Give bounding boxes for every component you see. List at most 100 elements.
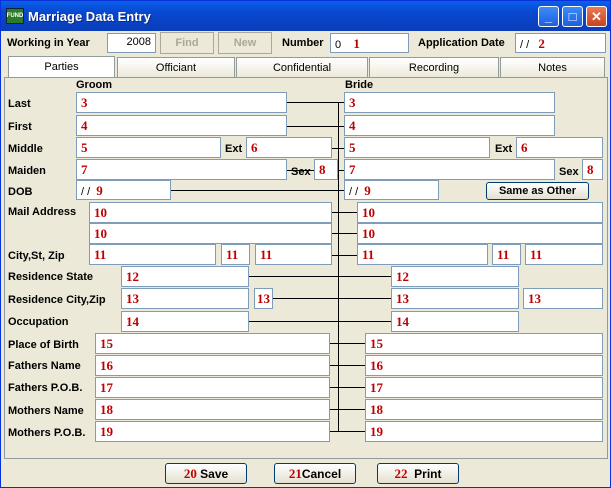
marker-14-bride: 14 xyxy=(396,314,409,329)
save-button[interactable]: 20 Save xyxy=(165,463,247,484)
groom-mail-line2[interactable]: 10 xyxy=(89,223,332,244)
tab-officiant[interactable]: Officiant xyxy=(117,57,235,78)
bride-residence-city-field[interactable]: 13 xyxy=(391,288,519,309)
marker-13: 13 xyxy=(126,291,139,306)
groom-first-field[interactable]: 4 xyxy=(76,115,287,136)
dob-label: DOB xyxy=(8,186,33,198)
groom-occupation-field[interactable]: 14 xyxy=(121,311,249,332)
marker-13-bride-zip: 13 xyxy=(528,291,541,306)
bride-state-field[interactable]: 11 xyxy=(492,244,521,265)
bride-ext-label: Ext xyxy=(495,143,513,155)
bride-first-field[interactable]: 4 xyxy=(344,115,555,136)
bride-mothers-pob-field[interactable]: 19 xyxy=(365,421,603,442)
bride-city-field[interactable]: 11 xyxy=(357,244,488,265)
bride-dob-field[interactable]: / / 9 xyxy=(344,180,439,200)
cancel-button[interactable]: 21 Cancel xyxy=(274,463,356,484)
marker-9: 9 xyxy=(96,183,103,198)
groom-fathers-name-field[interactable]: 16 xyxy=(95,355,330,376)
connector-city xyxy=(332,255,357,256)
marker-5-bride: 5 xyxy=(349,140,356,155)
cancel-button-label: Cancel xyxy=(301,466,342,481)
tab-parties[interactable]: Parties xyxy=(8,56,115,78)
groom-ext-field[interactable]: 6 xyxy=(246,137,332,158)
groom-last-field[interactable]: 3 xyxy=(76,92,287,113)
groom-residence-state-field[interactable]: 12 xyxy=(121,266,249,287)
connector-mail2 xyxy=(332,233,357,234)
bride-fathers-pob-field[interactable]: 17 xyxy=(365,377,603,398)
marker-13-bride: 13 xyxy=(396,291,409,306)
marker-19-bride: 19 xyxy=(370,424,383,439)
print-button[interactable]: 22 Print xyxy=(377,463,459,484)
bride-fathers-name-field[interactable]: 16 xyxy=(365,355,603,376)
groom-place-of-birth-field[interactable]: 15 xyxy=(95,333,330,354)
marker-10: 10 xyxy=(94,205,107,220)
maiden-label: Maiden xyxy=(8,165,46,177)
groom-dob-value: / / xyxy=(81,186,91,198)
groom-city-field[interactable]: 11 xyxy=(89,244,216,265)
marker-10-b: 10 xyxy=(94,226,107,241)
working-year-field[interactable]: 2008 xyxy=(107,33,156,53)
mothers-name-label: Mothers Name xyxy=(8,405,84,417)
marker-9-bride: 9 xyxy=(364,183,371,198)
groom-middle-field[interactable]: 5 xyxy=(76,137,221,158)
bride-maiden-field[interactable]: 7 xyxy=(344,159,555,180)
groom-mothers-name-field[interactable]: 18 xyxy=(95,399,330,420)
tab-recording[interactable]: Recording xyxy=(369,57,499,78)
bride-zip-field[interactable]: 11 xyxy=(525,244,603,265)
application-date-field[interactable]: / / 2 xyxy=(515,33,606,53)
bride-residence-state-field[interactable]: 12 xyxy=(391,266,519,287)
connector-middle xyxy=(332,148,344,149)
tab-confidential[interactable]: Confidential xyxy=(236,57,368,78)
same-as-other-button[interactable]: Same as Other xyxy=(486,182,589,200)
new-button[interactable]: New xyxy=(218,32,272,54)
groom-mail-line1[interactable]: 10 xyxy=(89,202,332,223)
number-field[interactable]: 0 1 xyxy=(330,33,409,53)
groom-fathers-pob-field[interactable]: 17 xyxy=(95,377,330,398)
bride-last-field[interactable]: 3 xyxy=(344,92,555,113)
residence-city-zip-label: Residence City,Zip xyxy=(8,294,106,306)
bride-residence-zip-field[interactable]: 13 xyxy=(523,288,603,309)
marker-15: 15 xyxy=(100,336,113,351)
mail-address-label: Mail Address xyxy=(8,206,77,218)
bride-mail-line2[interactable]: 10 xyxy=(357,223,603,244)
connector-mothers-name xyxy=(330,409,365,410)
marker-2: 2 xyxy=(538,36,545,51)
groom-zip-field[interactable]: 11 xyxy=(255,244,332,265)
bride-occupation-field[interactable]: 14 xyxy=(391,311,519,332)
groom-residence-zip-field[interactable]: 13 xyxy=(254,288,273,309)
marker-7-bride: 7 xyxy=(349,162,356,177)
bride-mothers-name-field[interactable]: 18 xyxy=(365,399,603,420)
groom-state-field[interactable]: 11 xyxy=(221,244,250,265)
groom-maiden-field[interactable]: 7 xyxy=(76,159,287,180)
groom-residence-city-field[interactable]: 13 xyxy=(121,288,249,309)
groom-dob-field[interactable]: / / 9 xyxy=(76,180,171,200)
connector-last xyxy=(287,102,344,103)
marker-14: 14 xyxy=(126,314,139,329)
window-title: Marriage Data Entry xyxy=(28,9,151,24)
groom-mothers-pob-field[interactable]: 19 xyxy=(95,421,330,442)
marker-4-bride: 4 xyxy=(349,118,356,133)
marker-21: 21 xyxy=(288,465,302,481)
marker-12: 12 xyxy=(126,269,139,284)
bride-place-of-birth-field[interactable]: 15 xyxy=(365,333,603,354)
connector-res-city xyxy=(273,298,391,299)
bride-middle-field[interactable]: 5 xyxy=(344,137,490,158)
marker-8-bride: 8 xyxy=(587,162,594,177)
marker-10-bride-b: 10 xyxy=(362,226,375,241)
marker-20: 20 xyxy=(183,465,197,481)
tab-notes[interactable]: Notes xyxy=(500,57,605,78)
marker-8: 8 xyxy=(319,162,326,177)
marker-12-bride: 12 xyxy=(396,269,409,284)
find-button[interactable]: Find xyxy=(160,32,214,54)
first-label: First xyxy=(8,121,32,133)
bride-sex-field[interactable]: 8 xyxy=(582,159,603,180)
groom-ext-label: Ext xyxy=(225,143,243,155)
groom-sex-field[interactable]: 8 xyxy=(314,159,338,180)
minimize-button[interactable]: _ xyxy=(538,6,559,27)
maximize-button[interactable]: □ xyxy=(562,6,583,27)
bride-mail-line1[interactable]: 10 xyxy=(357,202,603,223)
application-date-value: / / xyxy=(520,39,530,51)
bride-ext-field[interactable]: 6 xyxy=(516,137,603,158)
close-button[interactable]: ✕ xyxy=(586,6,607,27)
marker-18-bride: 18 xyxy=(370,402,383,417)
